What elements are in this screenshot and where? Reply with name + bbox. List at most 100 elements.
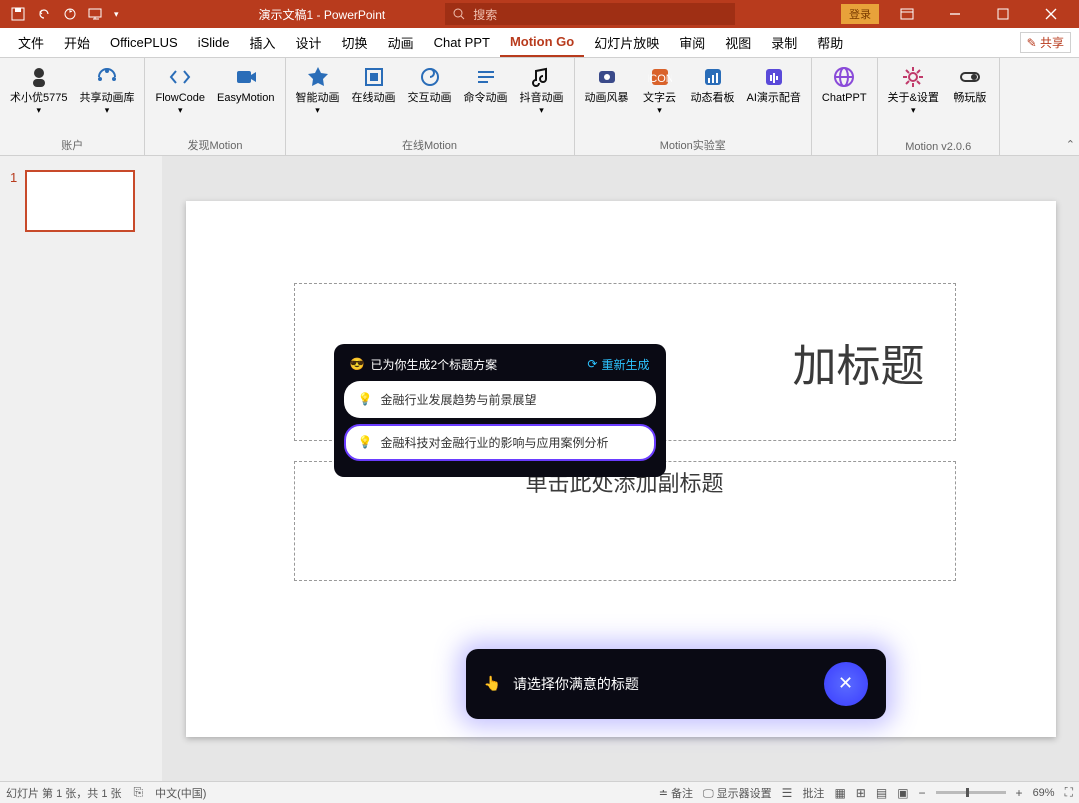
undo-icon[interactable]	[36, 6, 52, 22]
minimize-icon[interactable]	[935, 0, 975, 28]
ai-option-2[interactable]: 💡 金融科技对金融行业的影响与应用案例分析	[344, 424, 656, 461]
ribbon-抖音动画[interactable]: 抖音动画▾	[516, 62, 568, 118]
avatar-icon	[23, 64, 55, 90]
accessibility-icon[interactable]: ⎘	[134, 785, 144, 800]
chevron-down-icon: ▾	[315, 105, 320, 116]
statusbar: 幻灯片 第 1 张，共 1 张 ⎘ 中文(中国) ≐ 备注 🖵 显示器设置 ☰ …	[0, 781, 1079, 803]
collapse-ribbon-icon[interactable]: ⌃	[1066, 138, 1075, 151]
titlebar: ▾ 演示文稿1 - PowerPoint 搜索 登录	[0, 0, 1079, 28]
comments-icon[interactable]: ☰	[782, 786, 793, 800]
ribbon-ChatPPT[interactable]: ChatPPT	[818, 62, 871, 107]
ribbon-AI演示配音[interactable]: AI演示配音	[743, 62, 805, 107]
regenerate-button[interactable]: ⟳ 重新生成	[587, 356, 649, 373]
ribbon-group-label	[812, 153, 877, 155]
ribbon-术小优5775[interactable]: 术小优5775▾	[6, 62, 71, 118]
maximize-icon[interactable]	[983, 0, 1023, 28]
ribbon-智能动画[interactable]: 智能动画▾	[292, 62, 344, 118]
ai-bottom-prompt: 👆 请选择你满意的标题 ✕	[466, 649, 886, 719]
ribbon-FlowCode[interactable]: FlowCode▾	[151, 62, 209, 118]
titlebar-right: 登录	[841, 0, 1079, 28]
ribbon-命令动画[interactable]: 命令动画	[460, 62, 512, 107]
language-label[interactable]: 中文(中国)	[155, 785, 206, 801]
zoom-out-icon[interactable]: −	[919, 786, 926, 800]
menu-开始[interactable]: 开始	[54, 28, 100, 57]
ribbon-动态看板[interactable]: 动态看板	[687, 62, 739, 107]
ai-option-1[interactable]: 💡 金融行业发展趋势与前景展望	[344, 381, 656, 418]
cloud-icon	[591, 64, 623, 90]
menu-切换[interactable]: 切换	[332, 28, 378, 57]
ai-popup-header: 😎 已为你生成2个标题方案 ⟳ 重新生成	[344, 354, 656, 381]
close-icon: ✕	[838, 673, 853, 694]
ribbon-group-label: Motion v2.0.6	[878, 141, 999, 155]
comments-label[interactable]: 批注	[802, 785, 824, 801]
ribbon-item-label: AI演示配音	[747, 92, 801, 105]
ribbon-group: 智能动画▾在线动画交互动画命令动画抖音动画▾在线Motion	[286, 58, 575, 155]
thumbnail-number: 1	[10, 170, 17, 232]
menu-OfficePLUS[interactable]: OfficePLUS	[100, 28, 188, 57]
ribbon-在线动画[interactable]: 在线动画	[348, 62, 400, 107]
menu-Chat PPT[interactable]: Chat PPT	[424, 28, 500, 57]
ai-option-text: 金融行业发展趋势与前景展望	[380, 391, 536, 408]
ai-option-text: 金融科技对金融行业的影响与应用案例分析	[380, 434, 608, 451]
ribbon-关于&设置[interactable]: 关于&设置▾	[884, 62, 943, 118]
zoom-slider[interactable]	[936, 791, 1006, 794]
login-button[interactable]: 登录	[841, 4, 879, 24]
qat-dropdown-icon[interactable]: ▾	[114, 9, 119, 20]
thumbnail[interactable]	[25, 170, 135, 232]
ribbon-group-label: Motion实验室	[575, 137, 811, 155]
menu-iSlide[interactable]: iSlide	[188, 28, 240, 57]
ribbon-item-label: 抖音动画	[520, 92, 564, 105]
menu-Motion Go[interactable]: Motion Go	[500, 28, 584, 57]
menu-帮助[interactable]: 帮助	[807, 28, 853, 57]
menu-幻灯片放映[interactable]: 幻灯片放映	[584, 28, 669, 57]
save-icon[interactable]	[10, 6, 26, 22]
ribbon-文字云[interactable]: ICON文字云▾	[637, 62, 683, 118]
ribbon-item-label: 畅玩版	[953, 92, 986, 105]
zoom-in-icon[interactable]: +	[1016, 786, 1023, 800]
ribbon-item-label: 关于&设置	[888, 92, 939, 105]
redo-icon[interactable]	[62, 6, 78, 22]
search-box[interactable]: 搜索	[445, 3, 735, 25]
notes-button[interactable]: ≐ 备注	[659, 785, 693, 801]
ribbon-display-icon[interactable]	[887, 0, 927, 28]
zoom-level[interactable]: 69%	[1033, 787, 1055, 799]
sorter-view-icon[interactable]: ⊞	[856, 786, 866, 800]
chevron-down-icon: ▾	[911, 105, 916, 116]
close-icon[interactable]	[1031, 0, 1071, 28]
ribbon-group-label: 在线Motion	[286, 137, 574, 155]
star-icon	[302, 64, 334, 90]
ribbon-交互动画[interactable]: 交互动画	[404, 62, 456, 107]
menu-动画[interactable]: 动画	[378, 28, 424, 57]
menu-视图[interactable]: 视图	[715, 28, 761, 57]
fit-window-icon[interactable]: ⛶	[1065, 785, 1073, 800]
display-settings-button[interactable]: 🖵 显示器设置	[703, 785, 772, 801]
menu-文件[interactable]: 文件	[8, 28, 54, 57]
slideshow-icon[interactable]	[88, 6, 104, 22]
ribbon-item-label: 术小优5775	[10, 92, 67, 105]
menu-审阅[interactable]: 审阅	[669, 28, 715, 57]
close-prompt-button[interactable]: ✕	[824, 662, 868, 706]
ribbon-共享动画库[interactable]: 共享动画库▾	[75, 62, 138, 118]
normal-view-icon[interactable]: ▦	[834, 786, 845, 800]
ribbon-group: 关于&设置▾ 畅玩版 Motion v2.0.6	[878, 58, 1000, 155]
ribbon-group: ChatPPT	[812, 58, 878, 155]
reading-view-icon[interactable]: ▤	[876, 786, 887, 800]
slide[interactable]: 加标题 单击此处添加副标题 😎 已为你生成2个标题方案 ⟳ 重新生成	[186, 201, 1056, 737]
menu-设计[interactable]: 设计	[286, 28, 332, 57]
music-icon	[526, 64, 558, 90]
ribbon-畅玩版[interactable]: 畅玩版	[947, 62, 993, 107]
quick-access: ▾	[0, 6, 119, 22]
share-button[interactable]: ✎ 共享	[1020, 32, 1071, 53]
chevron-down-icon: ▾	[105, 105, 110, 116]
ribbon-EasyMotion[interactable]: EasyMotion	[213, 62, 278, 107]
chevron-down-icon: ▾	[36, 105, 41, 116]
thumbnail-row[interactable]: 1	[10, 170, 152, 232]
menu-插入[interactable]: 插入	[240, 28, 286, 57]
menu-录制[interactable]: 录制	[761, 28, 807, 57]
subtitle-placeholder[interactable]: 单击此处添加副标题	[294, 461, 956, 581]
slideshow-view-icon[interactable]: ▣	[897, 786, 908, 800]
ribbon-item-label: FlowCode	[155, 92, 205, 105]
ribbon-动画风暴[interactable]: 动画风暴	[581, 62, 633, 107]
search-placeholder: 搜索	[473, 6, 497, 23]
bulb-icon: 💡	[358, 392, 373, 406]
